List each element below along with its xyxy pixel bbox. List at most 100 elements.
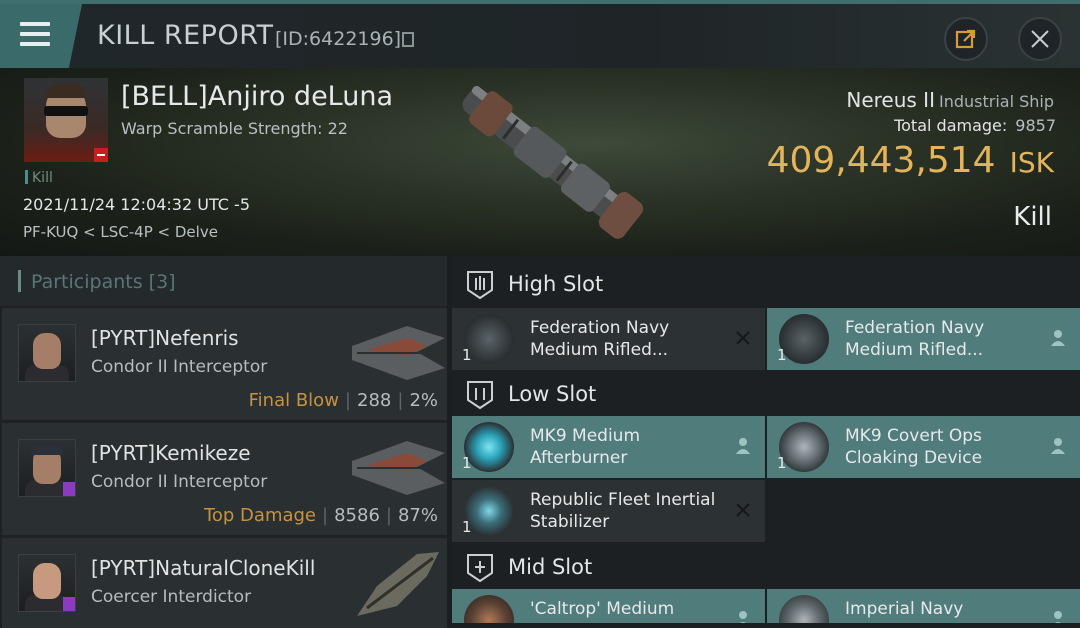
participant-ship: Coercer Interdictor — [91, 587, 252, 607]
participant-stats: Final Blow | 288 | 2% — [248, 390, 438, 411]
participants-count: [3] — [148, 271, 176, 293]
participant-card[interactable]: [PYRT]Nefenris Condor II Interceptor Fin… — [2, 308, 447, 420]
warp-scramble-strength: Warp Scramble Strength: 22 — [121, 119, 348, 138]
imperial-module-icon — [779, 595, 829, 623]
caltrop-icon — [464, 595, 514, 623]
low-slot-icon — [467, 381, 493, 410]
participants-label: Participants — [31, 271, 143, 293]
participants-panel: Participants [3] [PYRT]Nefenris Condor I… — [0, 256, 447, 628]
dropped-person-icon — [1054, 611, 1062, 623]
module-item[interactable]: 1 MK9 Covert Ops Cloaking Device — [767, 416, 1080, 478]
module-item[interactable]: 1 MK9 Medium Afterburner — [452, 416, 765, 478]
avatar-head — [33, 563, 61, 599]
info-badge-icon — [63, 597, 75, 611]
participant-ship: Condor II Interceptor — [91, 357, 268, 377]
victim-name[interactable]: [BELL]Anjiro deLuna — [121, 81, 393, 112]
participant-ship: Condor II Interceptor — [91, 472, 268, 492]
module-item[interactable]: 1 Republic Fleet Inertial Stabilizer — [452, 480, 765, 542]
page-title: KILL REPORT — [97, 20, 274, 51]
kill-datetime: 2021/11/24 12:04:32 UTC -5 — [23, 195, 251, 214]
participant-ship-image — [352, 441, 445, 495]
module-name: MK9 Medium Afterburner — [530, 426, 641, 468]
low-slot-title: Low Slot — [508, 382, 597, 406]
result-label: Kill — [1013, 202, 1052, 232]
total-damage-label: Total damage: — [894, 116, 1008, 135]
dropped-person-icon — [1051, 330, 1065, 346]
kill-location[interactable]: PF-KUQ < LSC-4P < Delve — [23, 223, 218, 241]
menu-button[interactable] — [0, 4, 82, 68]
portrait-glasses — [44, 106, 88, 116]
avatar-head — [33, 333, 61, 369]
participant-ship-image — [357, 552, 439, 616]
share-button[interactable] — [944, 17, 988, 61]
total-damage: Total damage: 9857 — [894, 116, 1056, 135]
module-quantity: 1 — [462, 454, 472, 472]
high-slot-title: High Slot — [508, 272, 604, 296]
module-quantity: 1 — [462, 346, 472, 364]
module-name: Imperial Navy — [845, 599, 964, 619]
destroyed-icon — [736, 331, 750, 345]
portrait-hair — [46, 84, 86, 98]
victim-ship[interactable]: Nereus II Industrial Ship — [846, 88, 1054, 112]
close-icon — [1031, 30, 1049, 48]
participant-damage: 8586 — [334, 505, 380, 526]
module-quantity: 1 — [462, 518, 472, 536]
participant-percent: 2% — [409, 390, 438, 411]
victim-panel: [BELL]Anjiro deLuna Warp Scramble Streng… — [0, 68, 1080, 256]
top-damage-label: Top Damage — [203, 505, 317, 526]
ship-class: Industrial Ship — [938, 92, 1054, 111]
participant-percent: 87% — [397, 505, 438, 526]
module-name: Federation Navy Medium Rifled... — [530, 318, 670, 360]
fitting-panel: High Slot 1 Federation Navy Medium Rifle… — [452, 256, 1080, 623]
module-quantity: 1 — [777, 346, 787, 364]
standing-minus-icon — [94, 148, 108, 162]
hamburger-icon — [20, 22, 50, 46]
participant-avatar — [18, 554, 76, 612]
participant-damage: 288 — [357, 390, 392, 411]
module-name: 'Caltrop' Medium — [530, 599, 675, 619]
mid-slot-header: Mid Slot — [452, 541, 1080, 593]
external-link-icon — [955, 29, 976, 49]
module-item[interactable]: 1 Federation Navy Medium Rifled... — [452, 308, 765, 370]
kill-id: [ID:6422196] — [275, 28, 402, 50]
section-accent-bar — [18, 270, 21, 292]
isk-unit: ISK — [1009, 146, 1054, 179]
high-slot-icon — [467, 271, 493, 300]
high-slot-header: High Slot — [452, 258, 1080, 310]
participants-title: Participants [3] — [31, 271, 176, 293]
dropped-person-icon — [739, 611, 747, 623]
module-item[interactable]: Imperial Navy — [767, 589, 1080, 623]
participant-stats: Top Damage | 8586 | 87% — [203, 505, 438, 526]
isk-value: 409,443,514 ISK — [767, 140, 1054, 181]
isk-amount: 409,443,514 — [766, 140, 996, 181]
mid-slot-title: Mid Slot — [508, 555, 593, 579]
dropped-person-icon — [736, 438, 750, 454]
participant-card[interactable]: [PYRT]Kemikeze Condor II Interceptor Top… — [2, 423, 447, 535]
low-slot-header: Low Slot — [452, 368, 1080, 420]
victim-ship-image — [462, 85, 644, 239]
destroyed-icon — [736, 503, 750, 517]
participant-avatar — [18, 439, 76, 497]
kill-tag: Kill — [25, 170, 53, 186]
participant-ship-image — [352, 326, 445, 380]
mid-slot-icon — [467, 554, 493, 583]
avatar-cap — [31, 445, 63, 455]
participant-avatar — [18, 324, 76, 382]
dropped-person-icon — [1051, 438, 1065, 454]
info-badge-icon — [63, 482, 75, 496]
victim-portrait[interactable] — [24, 78, 108, 162]
participant-name: [PYRT]Kemikeze — [91, 441, 251, 465]
module-item[interactable]: 'Caltrop' Medium — [452, 589, 765, 623]
module-item[interactable]: 1 Federation Navy Medium Rifled... — [767, 308, 1080, 370]
module-name: MK9 Covert Ops Cloaking Device — [845, 426, 983, 468]
close-button[interactable] — [1018, 17, 1062, 61]
total-damage-value: 9857 — [1015, 116, 1056, 135]
copy-icon[interactable] — [402, 32, 414, 47]
module-quantity: 1 — [777, 454, 787, 472]
participants-header: Participants [3] — [0, 256, 447, 306]
final-blow-label: Final Blow — [248, 390, 339, 411]
kill-report-header: KILL REPORT [ID:6422196] — [0, 0, 1080, 68]
participant-card[interactable]: [PYRT]NaturalCloneKill Coercer Interdict… — [2, 538, 447, 628]
participant-name: [PYRT]NaturalCloneKill — [91, 556, 316, 580]
participant-name: [PYRT]Nefenris — [91, 326, 239, 350]
